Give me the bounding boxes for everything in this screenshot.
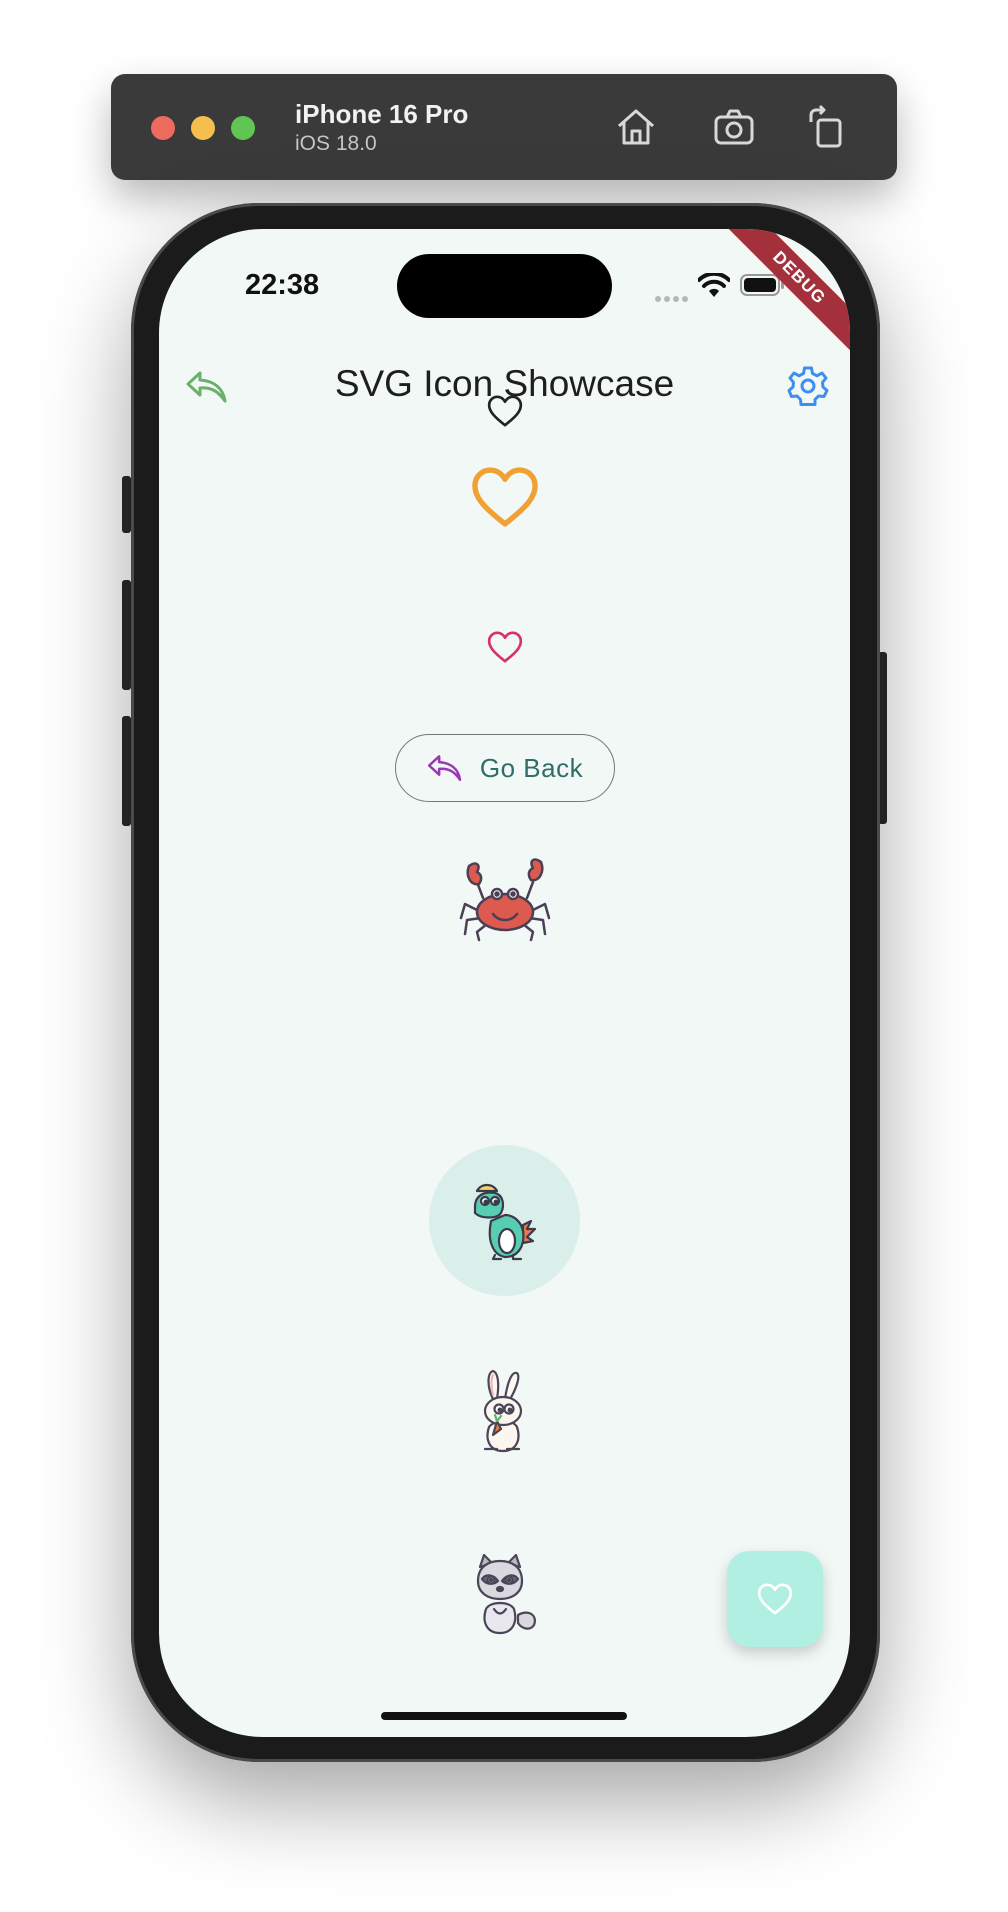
debug-label: DEBUG <box>721 229 850 356</box>
debug-banner: DEBUG <box>710 229 850 369</box>
dinosaur-icon <box>473 1183 536 1260</box>
dinosaur-row <box>159 1145 850 1296</box>
device-name: iPhone 16 Pro <box>295 99 469 129</box>
screenshot-icon[interactable] <box>711 104 757 150</box>
cellular-signal-icon <box>655 289 691 307</box>
go-back-button[interactable]: Go Back <box>394 734 615 802</box>
zoom-window-button[interactable] <box>231 116 255 140</box>
rotate-icon[interactable] <box>803 104 849 150</box>
heart-outline-icon <box>487 631 522 663</box>
rabbit-row <box>159 1369 850 1455</box>
heart-row-small <box>159 391 850 431</box>
home-indicator[interactable] <box>381 1712 627 1720</box>
crab-icon <box>459 858 550 942</box>
simulator-toolbar: iPhone 16 Pro iOS 18.0 <box>111 74 897 180</box>
dynamic-island <box>397 254 612 318</box>
favorite-fab[interactable] <box>727 1551 823 1647</box>
close-window-button[interactable] <box>151 116 175 140</box>
action-button <box>122 476 131 533</box>
rabbit-icon <box>483 1369 522 1453</box>
volume-up-button <box>122 580 131 690</box>
os-version: iOS 18.0 <box>295 132 377 155</box>
heart-outline-icon <box>487 395 522 427</box>
volume-down-button <box>122 716 131 826</box>
phone-screen: 22:38 DEBUG SVG Icon Showcase Go Back <box>159 229 850 1737</box>
heart-row-large <box>159 459 850 535</box>
minimize-window-button[interactable] <box>191 116 215 140</box>
heart-outline-icon <box>471 467 538 527</box>
heart-row-pink <box>159 627 850 667</box>
go-back-label: Go Back <box>479 752 584 783</box>
dinosaur-avatar[interactable] <box>429 1145 580 1296</box>
home-icon[interactable] <box>613 104 659 150</box>
heart-outline-icon <box>757 1583 793 1615</box>
go-back-row: Go Back <box>159 734 850 802</box>
reply-arrow-icon <box>427 755 462 781</box>
raccoon-icon <box>476 1553 536 1635</box>
crab-row <box>159 856 850 942</box>
status-time: 22:38 <box>245 269 320 301</box>
